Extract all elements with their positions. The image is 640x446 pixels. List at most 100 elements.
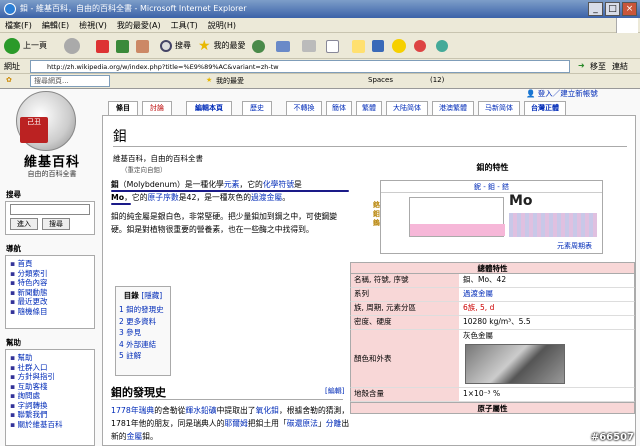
home-icon bbox=[136, 39, 149, 53]
history-paragraph: 1778年瑞典的舍勒從輝水鉛礦中提取出了氧化鉬，根據舍勒的猜測，1781年他的朋… bbox=[111, 406, 350, 441]
wikipedia-logo[interactable]: 己丑 維基百科 自由的百科全書 bbox=[10, 89, 94, 181]
tab-edit[interactable]: 編輯本頁 bbox=[186, 101, 232, 115]
tab-hongkong[interactable]: 港澳繁體 bbox=[432, 101, 474, 115]
periodic-table-link[interactable]: 元素周期表 bbox=[557, 241, 592, 251]
menu-view[interactable]: 檢視(V) bbox=[74, 18, 112, 33]
go-button[interactable]: 移至 bbox=[590, 61, 606, 72]
link-hjelm[interactable]: 耶爾姆 bbox=[224, 419, 247, 428]
infobox-title: 鉬的特性 bbox=[476, 163, 509, 172]
menu-edit[interactable]: 編輯(E) bbox=[37, 18, 74, 33]
toc-item[interactable]: 3 參見 bbox=[116, 327, 170, 339]
periodic-table-thumb bbox=[409, 197, 505, 237]
help-item[interactable]: 互助客棧 bbox=[10, 382, 90, 392]
address-input[interactable]: http://zh.wikipedia.org/w/index.php?titl… bbox=[30, 60, 570, 73]
help-item[interactable]: 社群入口 bbox=[10, 363, 90, 373]
forward-button[interactable] bbox=[64, 36, 80, 56]
home-button[interactable] bbox=[136, 36, 149, 56]
edit-word-button[interactable] bbox=[326, 36, 339, 56]
logo-tagline: 自由的百科全書 bbox=[27, 170, 77, 178]
link-transition-metal[interactable]: 過渡金屬 bbox=[251, 193, 282, 202]
spaces-link[interactable]: Spaces bbox=[368, 76, 393, 84]
section-edit-link[interactable]: [編輯] bbox=[325, 386, 344, 396]
series-link[interactable]: 過渡金屬 bbox=[463, 289, 493, 298]
help-item[interactable]: 詢問處 bbox=[10, 391, 90, 401]
help-item[interactable]: 聯繫我們 bbox=[10, 410, 90, 420]
menu-help[interactable]: 說明(H) bbox=[203, 18, 241, 33]
tab-mainland[interactable]: 大陆简体 bbox=[386, 101, 428, 115]
search-button-wiki[interactable]: 搜尋 bbox=[42, 218, 70, 230]
history-button[interactable] bbox=[252, 36, 265, 56]
nav-item[interactable]: 分類索引 bbox=[10, 269, 90, 279]
periodic-table-image[interactable]: 鈮 - 鉬 - 鎝 鉻 鉬 鎢 Mo 元素周期表 bbox=[373, 180, 603, 254]
toc-item[interactable]: 1 鉬的發現史 bbox=[116, 304, 170, 316]
toc-item[interactable]: 2 更多資料 bbox=[116, 316, 170, 328]
login-link[interactable]: 👤 登入／建立新帳號 bbox=[526, 89, 598, 99]
table-of-contents: 目錄 [隱藏] 1 鉬的發現史 2 更多資料 3 參見 4 外部連結 5 註解 bbox=[115, 286, 171, 376]
molybdenum-photo[interactable] bbox=[465, 344, 565, 384]
toc-item[interactable]: 4 外部連結 bbox=[116, 339, 170, 351]
link-symbol[interactable]: 化學符號 bbox=[263, 180, 294, 189]
atomic-properties-header: 原子屬性 bbox=[350, 402, 635, 414]
favorites-button[interactable]: ★ 我的最愛 bbox=[198, 36, 246, 56]
menu-tools[interactable]: 工具(T) bbox=[166, 18, 203, 33]
nav-item[interactable]: 特色內容 bbox=[10, 278, 90, 288]
help-item[interactable]: 關於維基百科 bbox=[10, 420, 90, 430]
print-button[interactable] bbox=[302, 36, 316, 56]
minimize-button[interactable]: _ bbox=[588, 2, 603, 16]
group-elements: 鉻 鉬 鎢 bbox=[373, 201, 380, 227]
links-favorites[interactable]: 我的最愛 bbox=[216, 76, 244, 86]
wiki-search-input[interactable] bbox=[10, 204, 90, 215]
refresh-button[interactable] bbox=[116, 36, 129, 56]
tab-traditional[interactable]: 繁體 bbox=[356, 101, 382, 115]
nav-item[interactable]: 隨機條目 bbox=[10, 307, 90, 317]
toolbar-button-a[interactable] bbox=[372, 36, 384, 56]
tab-talk[interactable]: 討論 bbox=[142, 101, 172, 115]
toc-item[interactable]: 5 註解 bbox=[116, 350, 170, 362]
tab-simplified[interactable]: 簡体 bbox=[326, 101, 352, 115]
maximize-button[interactable]: □ bbox=[605, 2, 620, 16]
sidebar: 己丑 維基百科 自由的百科全書 搜尋 進入 搜尋 導航 首頁 分類索引 特色內容… bbox=[0, 89, 100, 446]
nav-item[interactable]: 首頁 bbox=[10, 259, 90, 269]
tab-no-convert[interactable]: 不轉換 bbox=[286, 101, 322, 115]
nav-item[interactable]: 最近更改 bbox=[10, 297, 90, 307]
close-button[interactable]: × bbox=[622, 2, 637, 16]
tab-taiwan[interactable]: 台灣正體 bbox=[524, 101, 566, 115]
link-separation[interactable]: 分離 bbox=[326, 419, 342, 428]
mail-count[interactable]: (12) bbox=[430, 76, 444, 84]
help-item[interactable]: 幫助 bbox=[10, 353, 90, 363]
tab-article[interactable]: 條目 bbox=[108, 101, 138, 115]
menu-favorites[interactable]: 我的最愛(A) bbox=[112, 18, 166, 33]
link-molybdenite[interactable]: 輝水鉛礦 bbox=[185, 406, 216, 415]
search-box: 進入 搜尋 bbox=[5, 201, 95, 235]
link-oxide[interactable]: 氧化鉬 bbox=[256, 406, 279, 415]
tab-malaysia[interactable]: 马新简体 bbox=[478, 101, 520, 115]
section-divider bbox=[111, 399, 343, 400]
menu-file[interactable]: 檔案(F) bbox=[0, 18, 37, 33]
help-item[interactable]: 方針與指引 bbox=[10, 372, 90, 382]
help-item[interactable]: 字詞轉換 bbox=[10, 401, 90, 411]
nav-item[interactable]: 新聞動態 bbox=[10, 288, 90, 298]
link-carbon-reduction[interactable]: 碳還原法 bbox=[287, 419, 318, 428]
toc-hide-link[interactable]: [隱藏] bbox=[141, 291, 162, 300]
address-label: 網址 bbox=[4, 62, 20, 71]
group-link[interactable]: 6族, 5, d bbox=[463, 303, 494, 312]
messenger-people-button[interactable] bbox=[436, 36, 448, 56]
link-atomic-number[interactable]: 原子序數 bbox=[148, 193, 179, 202]
link-sweden[interactable]: 瑞典 bbox=[139, 406, 155, 415]
go-button-wiki[interactable]: 進入 bbox=[10, 218, 38, 230]
emoticon-button[interactable] bbox=[392, 36, 406, 56]
tab-history[interactable]: 歷史 bbox=[242, 101, 272, 115]
discuss-button[interactable] bbox=[414, 36, 426, 56]
link-metal[interactable]: 金屬 bbox=[127, 432, 143, 441]
stop-button[interactable] bbox=[96, 36, 109, 56]
links-button[interactable]: 連結 bbox=[612, 61, 628, 72]
link-element[interactable]: 元素 bbox=[224, 180, 240, 189]
web-search-input[interactable]: 搜尋網頁... bbox=[30, 75, 110, 87]
mail-button[interactable] bbox=[276, 36, 290, 56]
link-year[interactable]: 1778年 bbox=[111, 406, 139, 415]
back-button[interactable]: 上一頁 bbox=[4, 36, 47, 56]
search-button[interactable]: 搜尋 bbox=[160, 36, 191, 56]
messenger-button[interactable] bbox=[352, 36, 365, 56]
neighbor-elements[interactable]: 鈮 - 鉬 - 鎝 bbox=[381, 181, 602, 193]
article-body: 鉬 維基百科，自由的百科全書 （重定向自鉬） 鉬（Molybdenum）是一種化… bbox=[102, 115, 636, 446]
